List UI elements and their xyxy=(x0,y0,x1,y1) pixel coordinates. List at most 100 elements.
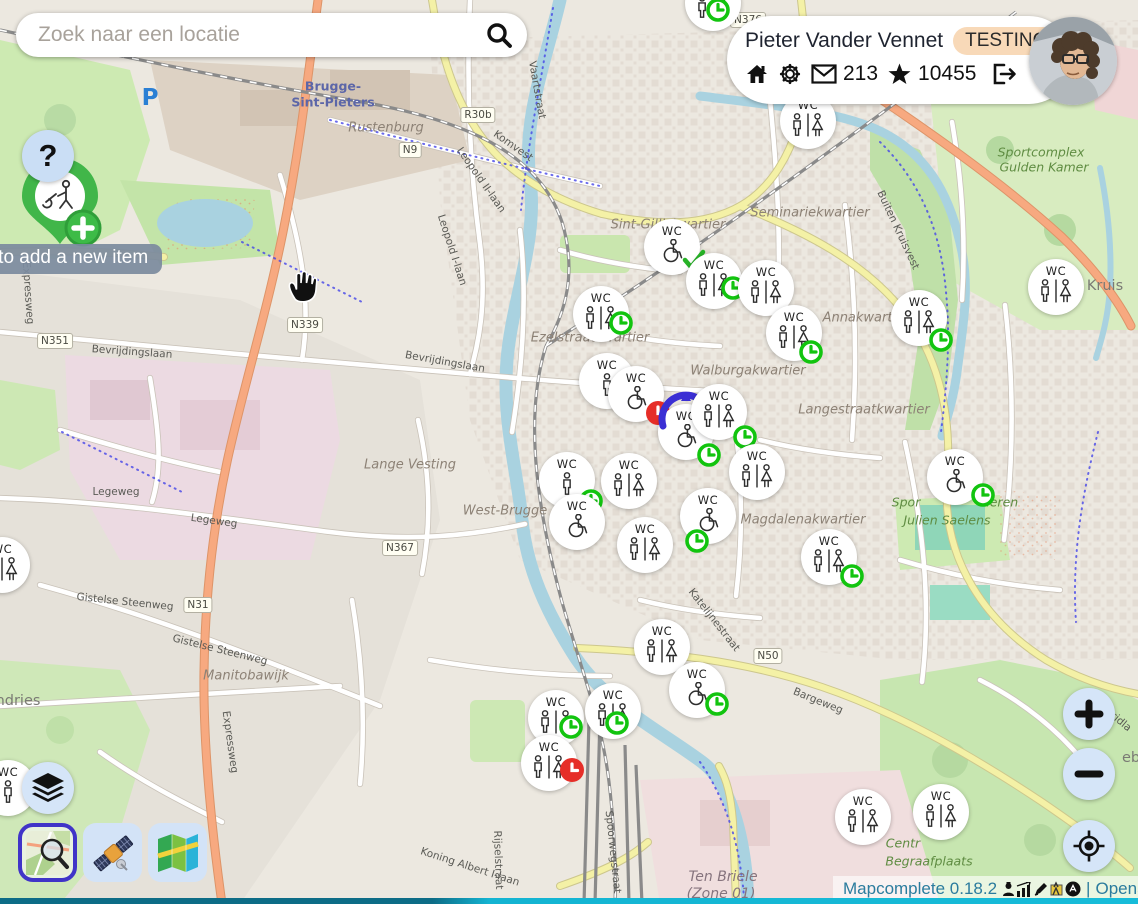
markers-layer: WC WC WC WC WC WC WC WC WC WC WC WC WC WC WC WC WC WC WC WC… xyxy=(0,0,1138,904)
marker-wc-label: WC xyxy=(931,791,951,803)
mf-figure-icon xyxy=(530,755,568,780)
toilet-map-pin-mf[interactable]: WC xyxy=(913,784,969,840)
marker-wc-label: WC xyxy=(603,690,623,702)
layers-button[interactable] xyxy=(22,762,74,814)
marker-wc-label: WC xyxy=(747,451,767,463)
plus-icon xyxy=(1074,699,1104,729)
zoom-out-button[interactable] xyxy=(1063,748,1115,800)
marker-wc-label: WC xyxy=(619,460,639,472)
mf-figure-icon xyxy=(0,557,21,582)
search-bar xyxy=(16,13,527,57)
marker-wc-label: WC xyxy=(909,297,929,309)
attribution-icons xyxy=(1002,881,1081,897)
osm-background-icon xyxy=(25,830,71,876)
background-option-map[interactable] xyxy=(148,823,207,882)
zoom-in-button[interactable] xyxy=(1063,688,1115,740)
background-option-osm[interactable] xyxy=(18,823,77,882)
layers-icon xyxy=(30,771,66,805)
wheel-figure-icon xyxy=(689,508,727,533)
wheel-figure-icon xyxy=(558,514,596,539)
marker-wc-label: WC xyxy=(635,524,655,536)
toilet-map-pin-mf[interactable]: WC xyxy=(521,735,577,791)
satellite-background-icon xyxy=(90,830,136,876)
mf-figure-icon xyxy=(594,703,632,728)
toilet-map-pin-mf[interactable]: WC xyxy=(691,384,747,440)
mf-figure-icon xyxy=(810,549,848,574)
toilet-map-pin-mf[interactable]: WC xyxy=(891,290,947,346)
theme-icon[interactable] xyxy=(1049,881,1064,897)
edit-pencil-icon[interactable] xyxy=(1033,882,1048,897)
toilet-map-pin-mf[interactable]: WC xyxy=(601,453,657,509)
mf-figure-icon xyxy=(695,273,733,298)
community-icon[interactable] xyxy=(1065,881,1081,897)
toilet-map-pin-mf[interactable]: WC xyxy=(729,444,785,500)
marker-wc-label: WC xyxy=(756,267,776,279)
mf-figure-icon xyxy=(789,113,827,138)
marker-wc-label: WC xyxy=(652,626,672,638)
search-input[interactable] xyxy=(36,22,485,48)
background-option-satellite[interactable] xyxy=(83,823,142,882)
marker-wc-label: WC xyxy=(546,697,566,709)
marker-wc-label: WC xyxy=(853,796,873,808)
mf-figure-icon xyxy=(643,639,681,664)
version-link[interactable]: Mapcomplete 0.18.2 xyxy=(843,879,997,899)
search-icon[interactable] xyxy=(485,21,513,49)
toilet-map-pin-wheel[interactable]: WC xyxy=(549,494,605,550)
toilet-map-pin-wheel[interactable]: WC xyxy=(680,488,736,544)
locate-icon xyxy=(1072,829,1106,863)
toilet-map-pin-mf[interactable]: WC xyxy=(801,529,857,585)
toilet-map-pin-mf[interactable]: WC xyxy=(766,305,822,361)
toilet-map-pin-mf[interactable]: WC xyxy=(685,0,741,31)
help-button[interactable]: ? xyxy=(22,130,74,182)
marker-wc-label: WC xyxy=(626,373,646,385)
toilet-map-pin-mf[interactable]: WC xyxy=(617,517,673,573)
minus-icon xyxy=(1074,759,1104,789)
mf-figure-icon xyxy=(610,473,648,498)
contributors-icon[interactable] xyxy=(1002,882,1015,897)
marker-wc-label: WC xyxy=(591,293,611,305)
marker-wc-label: WC xyxy=(704,260,724,272)
marker-wc-label: WC xyxy=(1046,266,1066,278)
marker-wc-label: WC xyxy=(0,767,18,779)
toilet-map-pin-mf[interactable]: WC xyxy=(1028,259,1084,315)
user-name: Pieter Vander Vennet xyxy=(745,29,943,53)
marker-wc-label: WC xyxy=(539,742,559,754)
mail-icon[interactable] xyxy=(811,64,837,84)
home-icon[interactable] xyxy=(745,62,769,86)
help-label: ? xyxy=(39,138,58,174)
toilet-map-pin-mf[interactable]: WC xyxy=(835,789,891,845)
logout-icon[interactable] xyxy=(991,62,1017,86)
wheel-figure-icon xyxy=(936,469,974,494)
toilet-map-pin-wheel[interactable]: WC xyxy=(927,449,983,505)
marker-wc-label: WC xyxy=(597,360,617,372)
toilet-map-pin-mf[interactable]: WC xyxy=(585,683,641,739)
wheel-figure-icon xyxy=(653,239,691,264)
toilet-map-pin-mf[interactable]: WC xyxy=(686,253,742,309)
marker-wc-label: WC xyxy=(687,669,707,681)
gear-icon[interactable] xyxy=(778,62,802,86)
toilet-map-pin-wheel[interactable]: WC xyxy=(669,662,725,718)
mf-figure-icon xyxy=(922,804,960,829)
toilet-map-pin-mf[interactable]: WC xyxy=(573,286,629,342)
mf-figure-icon xyxy=(900,310,938,335)
marker-wc-label: WC xyxy=(0,544,12,556)
marker-wc-label: WC xyxy=(662,226,682,238)
toilet-map-pin-mf[interactable]: WC xyxy=(0,537,30,593)
message-count: 213 xyxy=(843,62,878,86)
user-panel: Pieter Vander Vennet TESTING 213 xyxy=(727,16,1073,104)
mf-figure-icon xyxy=(626,537,664,562)
marker-wc-label: WC xyxy=(709,391,729,403)
mf-figure-icon xyxy=(582,306,620,331)
marker-wc-label: WC xyxy=(784,312,804,324)
star-icon[interactable] xyxy=(887,62,912,86)
single-figure-icon xyxy=(548,472,586,497)
geolocate-button[interactable] xyxy=(1063,820,1115,872)
statistics-icon[interactable] xyxy=(1016,882,1032,897)
toilet-map-pin-wheel[interactable]: WC xyxy=(608,366,664,422)
folded-map-icon xyxy=(155,830,201,876)
wheel-figure-icon xyxy=(617,386,655,411)
mf-figure-icon xyxy=(844,809,882,834)
user-avatar[interactable] xyxy=(1029,17,1117,105)
mf-figure-icon xyxy=(1037,279,1075,304)
osm-attribution-link[interactable]: OpenStreetMap xyxy=(1095,879,1138,899)
